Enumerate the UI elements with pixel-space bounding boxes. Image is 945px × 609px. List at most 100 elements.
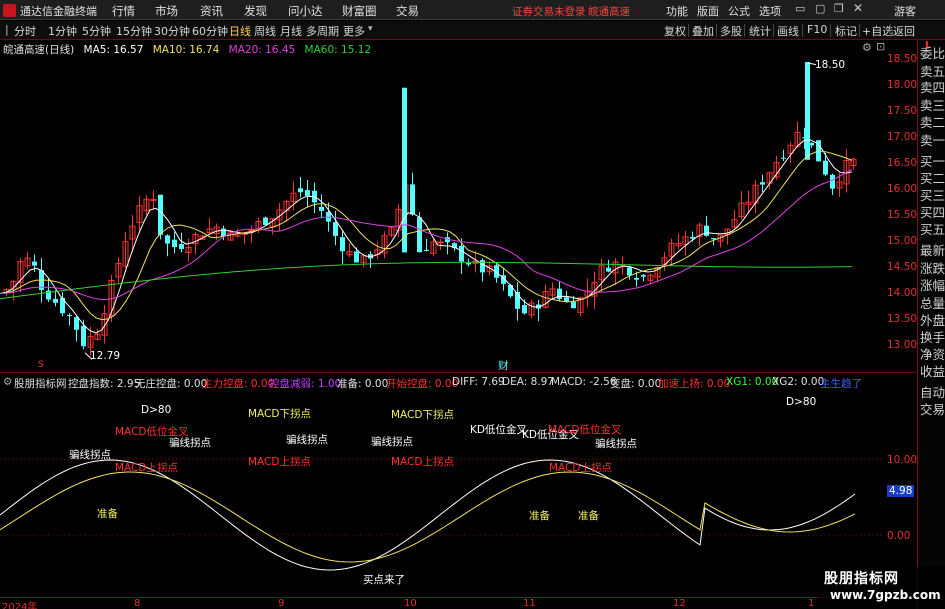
trade-login-warning[interactable]: 证券交易未登录	[512, 4, 586, 19]
kline-chart[interactable]: 皖通高速(日线) MA5: 16.57 MA10: 16.74 MA20: 16…	[0, 40, 916, 372]
period-1min[interactable]: 1分钟	[48, 23, 77, 39]
draw-line-button[interactable]: 画线	[777, 23, 799, 39]
side-weibi[interactable]: 委比	[920, 46, 945, 61]
side-buy1[interactable]: 买一	[920, 154, 945, 169]
macd-bar	[44, 499, 49, 535]
period-15min[interactable]: 15分钟	[116, 23, 152, 39]
maximize-icon[interactable]: ❐	[834, 2, 844, 15]
side-sell4[interactable]: 卖四	[920, 80, 945, 95]
menu-hangqing[interactable]: 行情	[112, 3, 135, 19]
macd-bar	[195, 535, 199, 556]
macd-bar	[590, 535, 595, 555]
menu-jiaoyi[interactable]: 交易	[396, 3, 419, 19]
ann-d80: D>80	[141, 404, 172, 416]
indicator-chart[interactable]: D>80 MACD低位金叉 MACD下拐点 MACD下拐点 KD低位金叉 KD低…	[0, 390, 916, 600]
menu-gongneng[interactable]: 功能	[666, 3, 688, 19]
add-favorite-button[interactable]: +自选	[862, 23, 893, 39]
menu-gongshi[interactable]: 公式	[728, 3, 750, 19]
side-sell3[interactable]: 卖三	[920, 98, 945, 113]
multi-stock-button[interactable]: 多股	[720, 23, 742, 39]
time-tick: 10	[404, 598, 417, 609]
period-weekly[interactable]: 周线	[254, 23, 276, 39]
indicator-name[interactable]: 股朋指标网	[14, 376, 67, 391]
macd-bar	[855, 473, 860, 535]
ind-kaishi: 开始控盘: 0.00	[386, 378, 459, 390]
macd-bar	[460, 478, 465, 535]
macd-bar	[809, 491, 813, 535]
minimize-icon[interactable]: ▭	[795, 2, 805, 15]
macd-bar	[471, 485, 475, 535]
candle-body	[354, 251, 359, 263]
menu-faxian[interactable]: 发现	[244, 3, 267, 19]
fuquan-button[interactable]: 复权	[664, 23, 686, 39]
candle-body	[522, 305, 527, 314]
side-outer[interactable]: 外盘	[920, 313, 945, 328]
ind-kongpan-index: 控盘指数: 2.95	[68, 378, 141, 390]
period-5min[interactable]: 5分钟	[82, 23, 111, 39]
guest-button[interactable]: 游客	[894, 3, 916, 19]
statistics-button[interactable]: 统计	[749, 23, 771, 39]
side-change-pct[interactable]: 涨幅	[920, 278, 945, 293]
bars-icon[interactable]: |	[5, 23, 9, 36]
macd-bar	[835, 492, 839, 535]
menu-shichang[interactable]: 市场	[155, 3, 178, 19]
menu-banmian[interactable]: 版面	[697, 3, 719, 19]
restore-icon[interactable]: ▢	[815, 2, 825, 15]
side-buy3[interactable]: 买三	[920, 188, 945, 203]
side-net-assets[interactable]: 净资	[920, 347, 945, 362]
candle-body	[781, 157, 786, 159]
side-sell5[interactable]: 卖五	[920, 64, 945, 79]
side-latest[interactable]: 最新	[920, 243, 945, 258]
side-buy4[interactable]: 买四	[920, 205, 945, 220]
candle-body	[606, 267, 611, 272]
menu-zixun[interactable]: 资讯	[200, 3, 223, 19]
settings-icon[interactable]: ⚙	[862, 41, 872, 54]
ann-macd-down: MACD下拐点	[391, 409, 454, 421]
side-buy5[interactable]: 买五	[920, 222, 945, 237]
watermark-title: 股朋指标网	[824, 571, 899, 587]
macd-bar	[60, 508, 64, 535]
macd-bar	[783, 480, 787, 535]
side-sell2[interactable]: 卖二	[920, 115, 945, 130]
macd-bar	[133, 485, 137, 535]
back-button[interactable]: 返回	[893, 23, 915, 39]
side-trade[interactable]: 交易	[920, 402, 945, 417]
period-30min[interactable]: 30分钟	[154, 23, 190, 39]
menu-caifuquan[interactable]: 财富圈	[342, 3, 377, 19]
price-tick: 17.50	[887, 105, 918, 117]
candle-body	[571, 301, 576, 309]
period-daily[interactable]: 日线	[229, 23, 251, 39]
macd-bar	[507, 520, 511, 535]
menu-wenxiaoda[interactable]: 问小达	[288, 3, 323, 19]
macd-bar	[205, 535, 210, 555]
divider	[744, 24, 745, 37]
ma10-line	[0, 150, 853, 321]
more-dropdown-icon[interactable]: ▾	[368, 24, 373, 34]
period-60min[interactable]: 60分钟	[192, 23, 228, 39]
f10-button[interactable]: F10	[807, 23, 827, 36]
macd-bar	[731, 535, 735, 545]
overlay-button[interactable]: 叠加	[692, 23, 714, 39]
ann-pianxian: 骗线拐点	[69, 449, 111, 461]
side-turnover[interactable]: 换手	[920, 330, 945, 345]
period-more[interactable]: 更多	[343, 23, 365, 39]
side-buy2[interactable]: 买二	[920, 171, 945, 186]
candle-body	[263, 217, 268, 225]
macd-bar	[512, 521, 517, 535]
close-icon[interactable]: ✕	[853, 1, 863, 15]
side-volume[interactable]: 总量	[920, 296, 945, 311]
candle-body	[179, 244, 184, 249]
period-monthly[interactable]: 月线	[280, 23, 302, 39]
divider	[830, 24, 831, 37]
ind-jiasu: 加速上扬: 0.00	[658, 378, 731, 390]
macd-bar	[679, 535, 683, 559]
indicator-gear-icon[interactable]: ⚙	[3, 376, 12, 388]
side-change[interactable]: 涨跌	[920, 261, 945, 276]
side-auto[interactable]: 自动	[920, 385, 945, 400]
period-fenshi[interactable]: 分时	[14, 23, 36, 39]
period-multi[interactable]: 多周期	[306, 23, 339, 39]
mark-button[interactable]: 标记	[835, 23, 857, 39]
side-sell1[interactable]: 卖一	[920, 133, 945, 148]
menu-xuanxiang[interactable]: 选项	[759, 3, 781, 19]
side-earnings[interactable]: 收益	[920, 364, 945, 379]
